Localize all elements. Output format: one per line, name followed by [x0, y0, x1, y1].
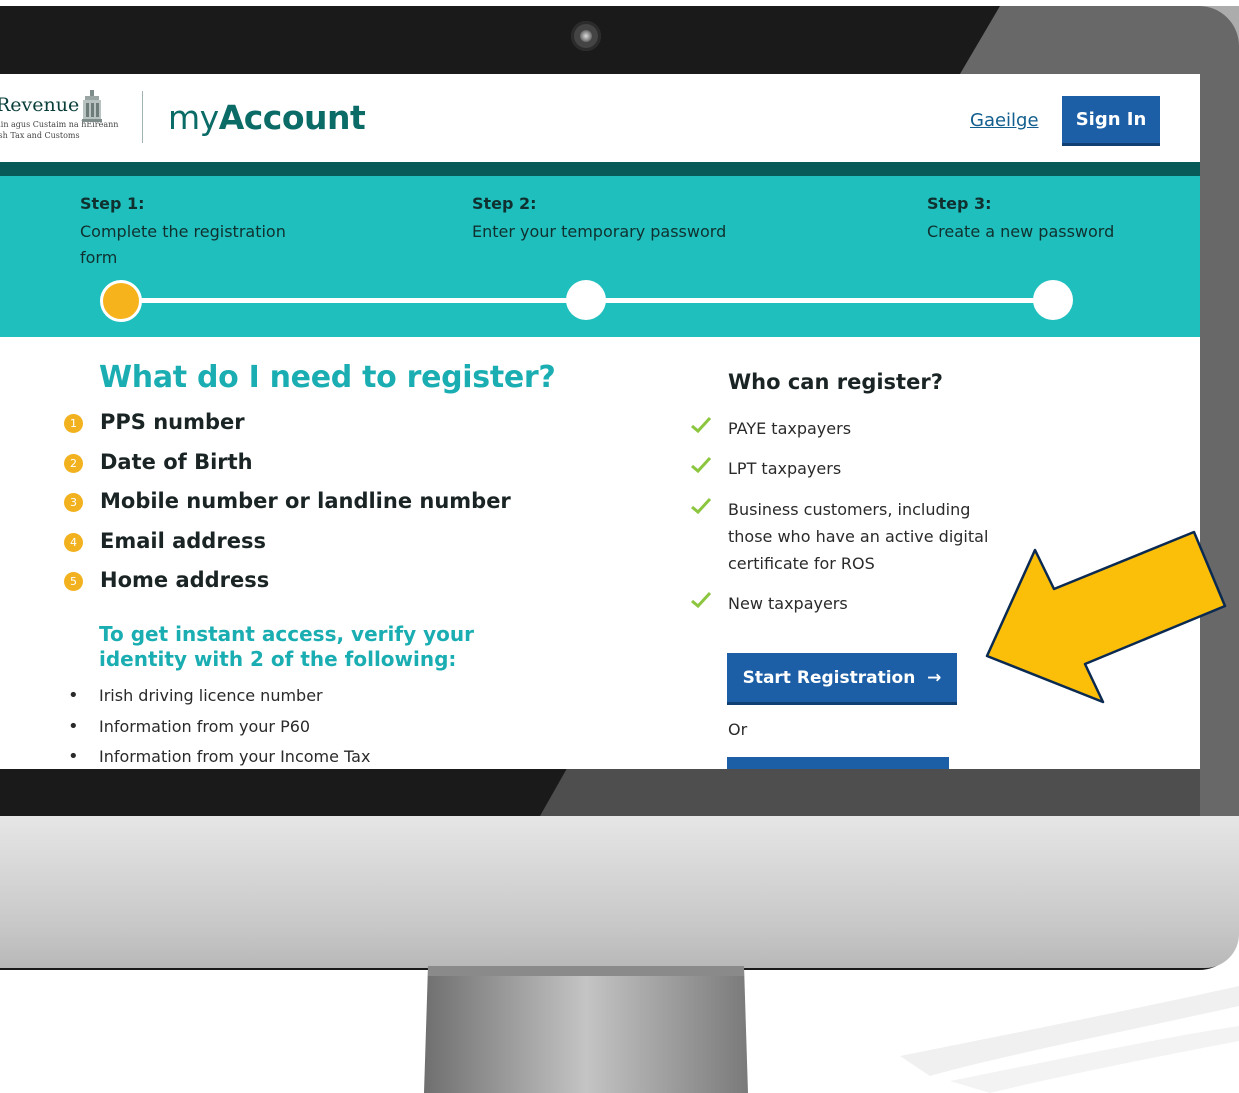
my-account-brand[interactable]: myAccount	[168, 98, 366, 137]
step-2-title: Step 2:	[472, 194, 537, 213]
requirement-label: Home address	[100, 568, 270, 592]
list-item: • Irish driving licence number	[68, 685, 323, 706]
check-icon	[691, 416, 712, 434]
camera-icon	[571, 21, 601, 51]
who-can-register-heading: Who can register?	[728, 370, 943, 394]
arrow-right-icon: →	[927, 667, 942, 688]
check-icon	[691, 591, 712, 609]
step-1-indicator-current	[100, 280, 142, 322]
check-icon	[691, 456, 712, 474]
requirements-heading: What do I need to register?	[99, 360, 556, 395]
bullet-icon: •	[68, 685, 79, 706]
highlight-arrow-icon	[985, 530, 1227, 704]
verify-option-text: Information from your Income Tax	[99, 747, 371, 766]
step-3-indicator	[1033, 280, 1073, 320]
number-badge: 1	[64, 414, 83, 433]
step-2-text: Enter your temporary password	[472, 222, 727, 241]
monitor-chin	[0, 816, 1239, 968]
eligibility-text: Business customers, including those who …	[728, 500, 989, 573]
registration-stepper: Step 1: Complete the registration form S…	[0, 176, 1200, 337]
bullet-icon: •	[68, 716, 79, 737]
number-badge: 2	[64, 454, 83, 473]
header-rule	[0, 162, 1200, 176]
step-2-indicator	[566, 280, 606, 320]
start-registration-button[interactable]: Start Registration →	[727, 653, 957, 705]
requirement-label: PPS number	[100, 410, 245, 434]
number-badge: 4	[64, 533, 83, 552]
site-header: Revenue áin agus Custaim na hÉireann ish…	[0, 74, 1200, 162]
requirement-label: Email address	[100, 529, 266, 553]
eligibility-text: New taxpayers	[728, 594, 848, 613]
verify-option-text: Information from your P60	[99, 717, 311, 736]
list-item: • Information from your P60	[68, 716, 310, 737]
brand-prefix: my	[168, 98, 219, 137]
step-1-text: Complete the registration form	[80, 222, 286, 267]
number-badge: 3	[64, 493, 83, 512]
secondary-action-button[interactable]	[727, 757, 949, 769]
check-icon	[691, 497, 712, 515]
requirement-label: Mobile number or landline number	[100, 489, 511, 513]
verify-option-text: Irish driving licence number	[99, 686, 323, 705]
bullet-icon: •	[68, 746, 79, 767]
step-1-title: Step 1:	[80, 194, 145, 213]
header-divider	[142, 91, 143, 143]
list-item: • Information from your Income Tax	[68, 746, 370, 767]
logo-subtitle-english: ish Tax and Customs	[0, 131, 80, 140]
number-badge: 5	[64, 572, 83, 591]
requirement-label: Date of Birth	[100, 450, 253, 474]
gaeilge-language-link[interactable]: Gaeilge	[970, 110, 1039, 131]
instant-access-heading: To get instant access, verify your ident…	[99, 622, 474, 671]
monitor-stand	[424, 966, 1239, 1093]
start-registration-label: Start Registration	[742, 667, 916, 688]
step-3-text: Create a new password	[927, 222, 1115, 241]
logo-wordmark: Revenue	[0, 94, 80, 116]
brand-bold: Account	[218, 98, 366, 137]
step-3-title: Step 3:	[927, 194, 992, 213]
or-separator: Or	[728, 720, 748, 739]
eligibility-text: PAYE taxpayers	[728, 419, 852, 438]
revenue-logo[interactable]: Revenue áin agus Custaim na hÉireann ish…	[0, 90, 118, 150]
building-emblem-icon	[82, 90, 102, 122]
eligibility-text: LPT taxpayers	[728, 459, 842, 478]
sign-in-button[interactable]: Sign In	[1062, 96, 1160, 146]
